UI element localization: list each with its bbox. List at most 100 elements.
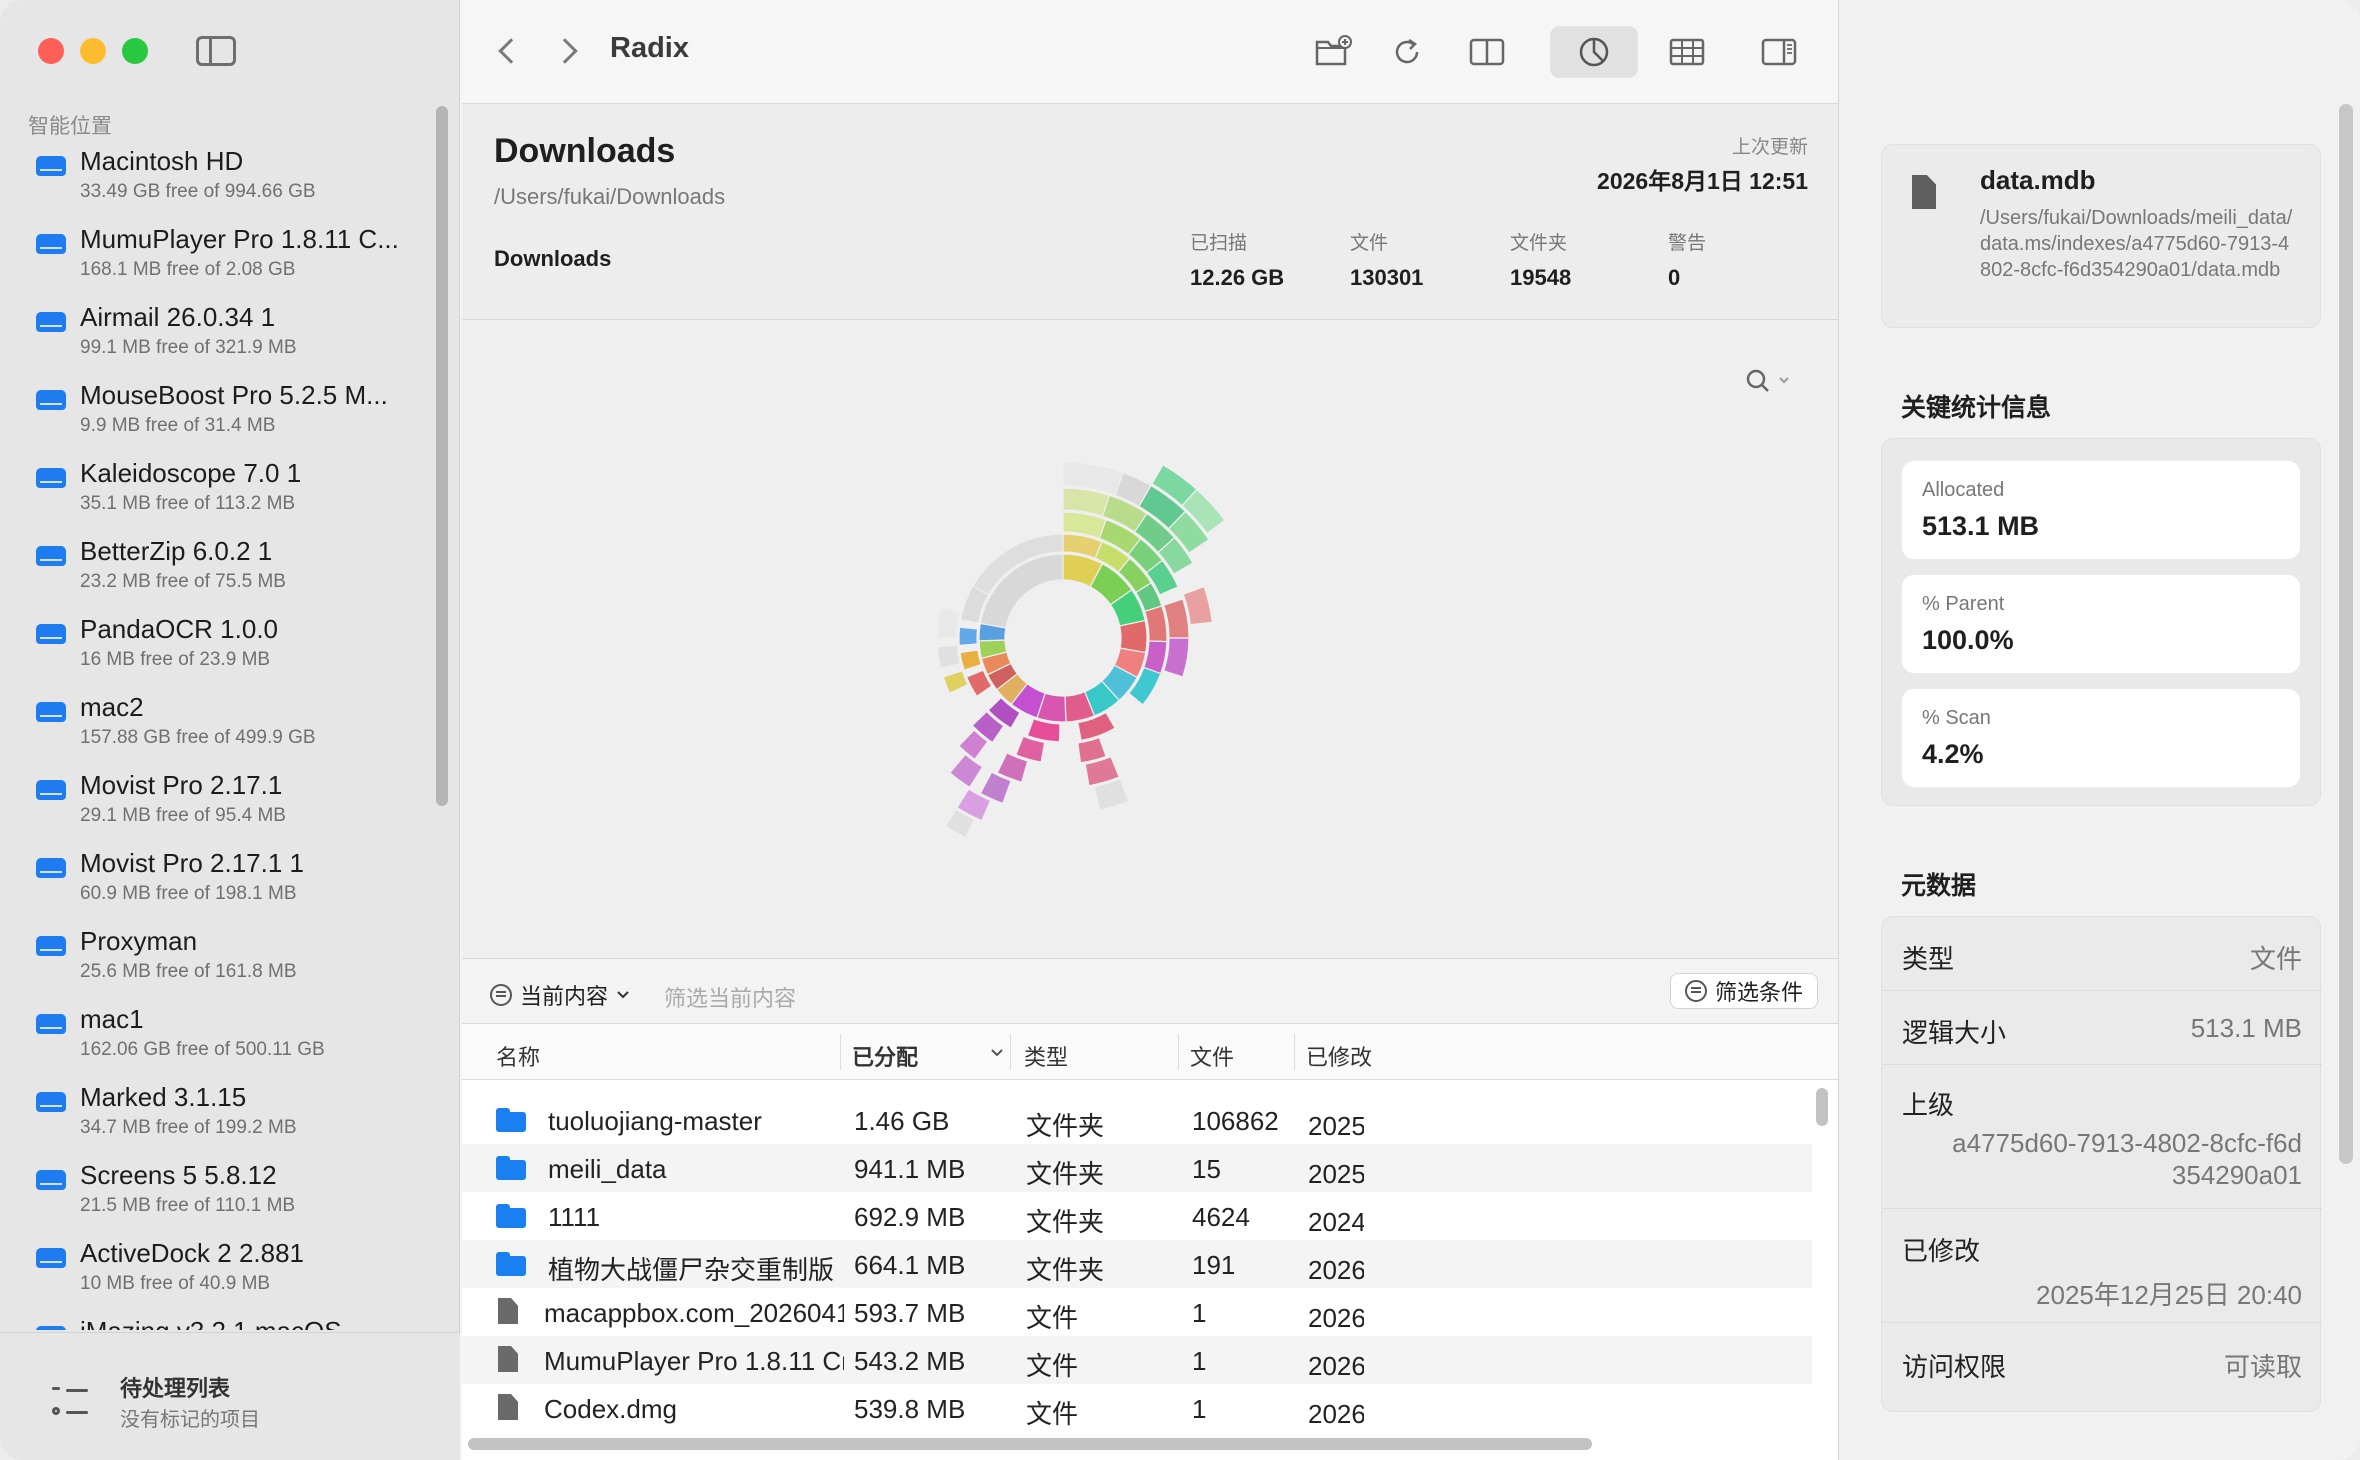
sunburst-segment[interactable]: [942, 670, 969, 695]
sidebar-volume-item[interactable]: MouseBoost Pro 5.2.5 M... 9.9 MB free of…: [0, 380, 440, 458]
column-divider[interactable]: [1294, 1034, 1295, 1070]
sidebar-volume-item[interactable]: Proxyman 25.6 MB free of 161.8 MB: [0, 926, 440, 1004]
sunburst-segment[interactable]: [959, 649, 982, 671]
cell-allocated: 664.1 MB: [854, 1250, 966, 1280]
split-view-button[interactable]: [1458, 26, 1516, 78]
cell-type: 文件夹: [1026, 1111, 1105, 1141]
sidebar-volume-item[interactable]: Marked 3.1.15 34.7 MB free of 199.2 MB: [0, 1082, 440, 1160]
minimize-button[interactable]: [80, 38, 106, 64]
table-row[interactable]: 植物大战僵尸杂交重制版 664.1 MB 文件夹 191 2026年: [462, 1240, 1812, 1288]
stat-value: 19548: [1510, 265, 1572, 290]
meta-value: a4775d60-7913-4802-8cfc-f6d354290a01: [1952, 1128, 2302, 1190]
volume-free-space: 34.7 MB free of 199.2 MB: [80, 1117, 297, 1138]
folder-plus-icon: [1315, 35, 1352, 66]
key-stats-card: Allocated 513.1 MB % Parent 100.0% % Sca…: [1881, 438, 2321, 806]
filter-conditions-button[interactable]: 筛选条件: [1669, 973, 1818, 1009]
cell-type: 文件: [1026, 1351, 1079, 1381]
col-allocated[interactable]: 已分配: [852, 1040, 918, 1072]
col-modified[interactable]: 已修改: [1306, 1040, 1372, 1072]
volume-name: mac2: [80, 692, 144, 722]
sidebar-volume-item[interactable]: Macintosh HD 33.49 GB free of 994.66 GB: [0, 146, 440, 224]
sidebar-volume-item[interactable]: Movist Pro 2.17.1 1 60.9 MB free of 198.…: [0, 848, 440, 926]
sunburst-segment[interactable]: [1077, 736, 1107, 764]
forward-button[interactable]: [552, 36, 580, 66]
table-row[interactable]: Codex.dmg 539.8 MB 文件 1 2026年: [462, 1384, 1812, 1432]
sunburst-segment[interactable]: [949, 753, 984, 789]
zoom-button[interactable]: [122, 38, 148, 64]
sidebar-volume-item[interactable]: Airmail 26.0.34 1 99.1 MB free of 321.9 …: [0, 302, 440, 380]
cell-allocated: 692.9 MB: [854, 1202, 966, 1232]
kpi-value: 100.0%: [1922, 625, 2014, 655]
table-horizontal-scrollbar[interactable]: [468, 1438, 1592, 1450]
volume-text: mac2 157.88 GB free of 499.9 GB: [80, 692, 316, 749]
volume-free-space: 162.06 GB free of 500.11 GB: [80, 1039, 325, 1060]
last-updated-value: 2026年8月1日 12:51: [1597, 168, 1808, 194]
volume-text: Screens 5 5.8.12 21.5 MB free of 110.1 M…: [80, 1160, 295, 1217]
table-row[interactable]: 1111 692.9 MB 文件夹 4624 2024年: [462, 1192, 1812, 1240]
table-row[interactable]: meili_data 941.1 MB 文件夹 15 2025年: [462, 1144, 1812, 1192]
sunburst-segment[interactable]: [936, 644, 961, 670]
stat-files: 文件 130301: [1350, 228, 1423, 291]
sidebar-scrollbar[interactable]: [436, 106, 448, 806]
filter-input[interactable]: 筛选当前内容: [664, 981, 796, 1013]
scope-dropdown[interactable]: 当前内容: [490, 979, 630, 1011]
sunburst-view-button[interactable]: [1550, 26, 1638, 78]
chart-search-button[interactable]: [1724, 360, 1804, 400]
sidebar-volume-item[interactable]: Movist Pro 2.17.1 29.1 MB free of 95.4 M…: [0, 770, 440, 848]
table-vertical-scrollbar[interactable]: [1816, 1088, 1828, 1126]
column-divider[interactable]: [1010, 1034, 1011, 1070]
sort-desc-icon[interactable]: [990, 1046, 1004, 1060]
chevron-right-icon: [552, 38, 578, 64]
sunburst-segment[interactable]: [1118, 619, 1148, 654]
volume-name: ActiveDock 2 2.881: [80, 1238, 305, 1268]
back-button[interactable]: [496, 36, 524, 66]
column-divider[interactable]: [1178, 1034, 1179, 1070]
metadata-card: 类型 文件 逻辑大小 513.1 MB 上级 a4775d60-7913-480…: [1881, 916, 2322, 1412]
col-name[interactable]: 名称: [496, 1040, 540, 1072]
sidebar-volume-item[interactable]: mac2 157.88 GB free of 499.9 GB: [0, 692, 440, 770]
file-icon: [498, 1298, 518, 1324]
cell-allocated: 539.8 MB: [854, 1394, 966, 1424]
volume-name: MouseBoost Pro 5.2.5 M...: [80, 380, 388, 410]
col-files[interactable]: 文件: [1190, 1040, 1234, 1072]
todo-list-panel[interactable]: 待处理列表 没有标记的项目: [0, 1332, 460, 1460]
refresh-button[interactable]: [1378, 26, 1436, 78]
volume-free-space: 23.2 MB free of 75.5 MB: [80, 571, 286, 592]
sidebar-volume-item[interactable]: PandaOCR 1.0.0 16 MB free of 23.9 MB: [0, 614, 440, 692]
volume-name: BetterZip 6.0.2 1: [80, 536, 273, 566]
table-view-button[interactable]: [1658, 26, 1716, 78]
cell-name: tuoluojiang-master: [548, 1106, 762, 1136]
sunburst-segment[interactable]: [1163, 598, 1190, 639]
cell-type: 文件夹: [1026, 1255, 1105, 1285]
stat-scanned: 已扫描 12.26 GB: [1190, 228, 1284, 291]
col-type[interactable]: 类型: [1024, 1040, 1068, 1072]
cell-allocated: 593.7 MB: [854, 1298, 966, 1328]
scope-label: 当前内容: [520, 984, 609, 1009]
sunburst-segment[interactable]: [936, 606, 961, 639]
sidebar-volume-item[interactable]: iMazing v3.2.1 macOS: [0, 1316, 440, 1330]
cell-type: 文件夹: [1026, 1159, 1105, 1189]
sidebar-volume-item[interactable]: mac1 162.06 GB free of 500.11 GB: [0, 1004, 440, 1082]
sidebar-volume-item[interactable]: MumuPlayer Pro 1.8.11 C... 168.1 MB free…: [0, 224, 440, 302]
table-row[interactable]: MumuPlayer Pro 1.8.11 Crked - Digit7... …: [462, 1336, 1812, 1384]
sunburst-area: [462, 320, 1838, 958]
sidebar-volume-item[interactable]: Kaleidoscope 7.0 1 35.1 MB free of 113.2…: [0, 458, 440, 536]
sunburst-chart[interactable]: [762, 320, 1462, 958]
sidebar-volume-item[interactable]: ActiveDock 2 2.881 10 MB free of 40.9 MB: [0, 1238, 440, 1316]
new-folder-button[interactable]: [1304, 26, 1362, 78]
inspector-toggle-button[interactable]: [1750, 26, 1808, 78]
meta-value: 513.1 MB: [2190, 1013, 2302, 1043]
table-row[interactable]: macappbox.com_20260416_114138.t... 593.7…: [462, 1288, 1812, 1336]
close-button[interactable]: [38, 38, 64, 64]
sunburst-segment[interactable]: [1144, 605, 1168, 643]
volume-name: Movist Pro 2.17.1: [80, 770, 283, 800]
sunburst-segment[interactable]: [958, 626, 979, 646]
sidebar-volume-item[interactable]: BetterZip 6.0.2 1 23.2 MB free of 75.5 M…: [0, 536, 440, 614]
column-divider[interactable]: [840, 1034, 841, 1070]
sidebar-toggle-icon[interactable]: [196, 36, 236, 66]
table-row[interactable]: tuoluojiang-master 1.46 GB 文件夹 106862 20…: [462, 1096, 1812, 1144]
sidebar-volume-item[interactable]: Screens 5 5.8.12 21.5 MB free of 110.1 M…: [0, 1160, 440, 1238]
sunburst-segment[interactable]: [1026, 718, 1061, 743]
inspector-scrollbar[interactable]: [2339, 104, 2353, 1164]
sunburst-segment[interactable]: [1163, 637, 1190, 678]
